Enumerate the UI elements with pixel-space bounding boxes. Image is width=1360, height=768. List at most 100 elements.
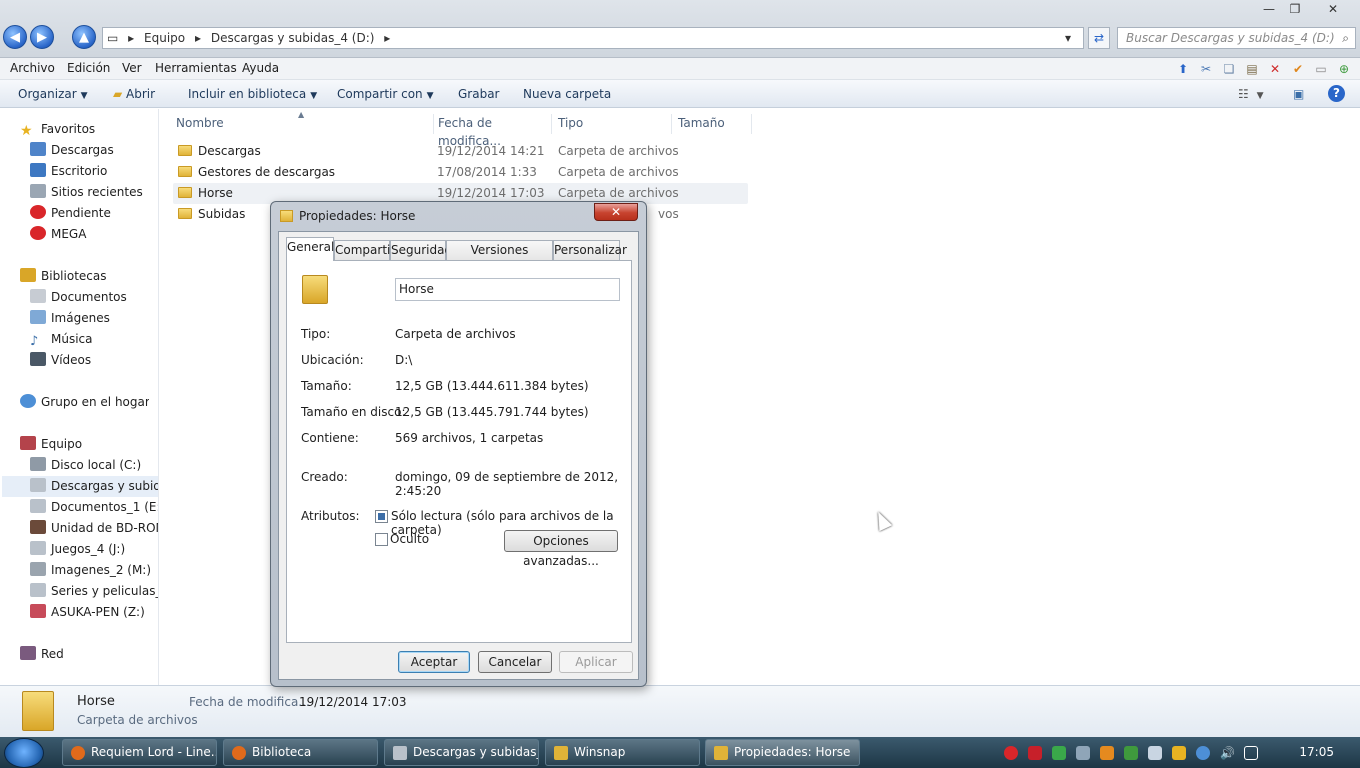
breadcrumb-equipo[interactable]: Equipo xyxy=(144,31,185,45)
sidebar-computer[interactable]: Equipo xyxy=(20,434,149,455)
sidebar-item-drive-m[interactable]: Imagenes_2 (M:) xyxy=(30,560,158,581)
app-tray-icon[interactable] xyxy=(1172,746,1186,760)
sidebar-item-imagenes[interactable]: Imágenes xyxy=(30,308,158,329)
sidebar-homegroup[interactable]: Grupo en el hogar xyxy=(20,392,149,413)
tab-seguridad[interactable]: Seguridad xyxy=(390,240,452,260)
address-bar[interactable]: ▭ ▸ Equipo ▸ Descargas y subidas_4 (D:) … xyxy=(102,27,1084,49)
menu-ver[interactable]: Ver xyxy=(122,61,142,75)
sidebar-item-drive-j[interactable]: Juegos_4 (J:) xyxy=(30,539,158,560)
breadcrumb-drive[interactable]: Descargas y subidas_4 (D:) xyxy=(211,31,375,45)
sidebar-item-drive-e[interactable]: Documentos_1 (E:) xyxy=(30,497,158,518)
restore-button[interactable]: ❐ xyxy=(1282,1,1308,18)
checkmark-icon[interactable]: ✔ xyxy=(1290,61,1306,77)
organize-button[interactable]: Organizar ▼ xyxy=(18,87,88,101)
sidebar-item-mega[interactable]: MEGA xyxy=(30,224,158,245)
preview-pane-icon[interactable]: ▣ xyxy=(1293,87,1304,101)
ok-button[interactable]: Aceptar xyxy=(398,651,470,673)
copy-icon[interactable]: ❏ xyxy=(1221,61,1237,77)
new-folder-button[interactable]: Nueva carpeta xyxy=(523,87,611,101)
volume-icon[interactable]: 🔊 xyxy=(1220,746,1235,760)
taskbar-label: Requiem Lord - Line... xyxy=(91,745,217,759)
app-tray-icon[interactable] xyxy=(1100,746,1114,760)
share-button[interactable]: Compartir con ▼ xyxy=(337,87,434,101)
mega-tray-icon[interactable] xyxy=(1004,746,1018,760)
close-button[interactable]: ✕ xyxy=(1320,1,1346,18)
tab-personalizar[interactable]: Personalizar xyxy=(553,240,627,260)
bluetooth-icon[interactable] xyxy=(1196,746,1210,760)
videos-icon xyxy=(30,352,46,366)
file-row[interactable]: Descargas 19/12/2014 14:21 Carpeta de ar… xyxy=(173,141,748,162)
delete-icon[interactable]: ✕ xyxy=(1267,61,1283,77)
sidebar-item-documentos[interactable]: Documentos xyxy=(30,287,158,308)
app-tray-icon[interactable] xyxy=(1052,746,1066,760)
sidebar-libraries[interactable]: Bibliotecas xyxy=(20,266,149,287)
column-header-tamano[interactable]: Tamaño xyxy=(672,114,752,134)
taskbar-item-descargas[interactable]: Descargas y subidas_... xyxy=(384,739,539,766)
tab-compartir[interactable]: Compartir xyxy=(334,240,395,260)
cut-icon[interactable]: ✂ xyxy=(1198,61,1214,77)
view-icon[interactable]: ☷ ▼ xyxy=(1238,87,1264,101)
column-header-tipo[interactable]: Tipo xyxy=(552,114,672,134)
cancel-button[interactable]: Cancelar xyxy=(478,651,552,673)
sidebar-item-pendiente[interactable]: Pendiente xyxy=(30,203,158,224)
taskbar-item-requiem[interactable]: Requiem Lord - Line... xyxy=(62,739,217,766)
burn-button[interactable]: Grabar xyxy=(458,87,500,101)
forward-icon[interactable]: ▶ xyxy=(30,25,54,49)
minimize-button[interactable]: — xyxy=(1256,1,1282,18)
app-tray-icon[interactable] xyxy=(1124,746,1138,760)
menu-edicion[interactable]: Edición xyxy=(67,61,110,75)
readonly-checkbox[interactable] xyxy=(375,510,388,523)
refresh-button[interactable]: ⇄ xyxy=(1088,27,1110,49)
globe-icon[interactable]: ⊕ xyxy=(1336,61,1352,77)
search-input[interactable]: Buscar Descargas y subidas_4 (D:) ⌕ xyxy=(1117,27,1356,49)
column-header-fecha[interactable]: Fecha de modifica... xyxy=(432,114,552,148)
chevron-down-icon[interactable]: ▾ xyxy=(1065,28,1071,48)
prop-value-contiene: 569 archivos, 1 carpetas xyxy=(395,431,544,445)
navigation-pane: ★ Favoritos Descargas Escritorio Sitios r… xyxy=(0,109,159,685)
tab-versiones[interactable]: Versiones anteriores xyxy=(446,240,553,275)
search-icon[interactable]: ⌕ xyxy=(1342,28,1349,48)
dialog-close-button[interactable]: ✕ xyxy=(594,203,638,221)
properties-icon[interactable]: ▭ xyxy=(1313,61,1329,77)
menu-herramientas[interactable]: Herramientas xyxy=(155,61,237,75)
sidebar-item-recientes[interactable]: Sitios recientes xyxy=(30,182,158,203)
open-button[interactable]: ▰ Abrir xyxy=(113,87,155,101)
app-tray-icon[interactable] xyxy=(1028,746,1042,760)
sidebar-favorites[interactable]: ★ Favoritos xyxy=(20,119,149,140)
app-tray-icon[interactable] xyxy=(1148,746,1162,760)
sidebar-item-bdrom[interactable]: Unidad de BD-ROM xyxy=(30,518,158,539)
sidebar-item-musica[interactable]: ♪ Música xyxy=(30,329,158,350)
menu-archivo[interactable]: Archivo xyxy=(10,61,55,75)
include-library-button[interactable]: Incluir en biblioteca ▼ xyxy=(188,87,317,101)
paste-icon[interactable]: ▤ xyxy=(1244,61,1260,77)
taskbar-item-biblioteca[interactable]: Biblioteca xyxy=(223,739,378,766)
tab-general[interactable]: General xyxy=(286,237,334,261)
app-tray-icon[interactable] xyxy=(1076,746,1090,760)
sidebar-item-drive-c[interactable]: Disco local (C:) xyxy=(30,455,158,476)
up-folder-icon[interactable]: ⬆ xyxy=(1175,61,1191,77)
taskbar-item-propiedades[interactable]: Propiedades: Horse xyxy=(705,739,860,766)
advanced-options-button[interactable]: Opciones avanzadas... xyxy=(504,530,618,568)
sidebar-item-escritorio[interactable]: Escritorio xyxy=(30,161,158,182)
apply-button[interactable]: Aplicar xyxy=(559,651,633,673)
taskbar-item-winsnap[interactable]: Winsnap xyxy=(545,739,700,766)
windows-start-icon[interactable] xyxy=(4,738,44,768)
file-row[interactable]: Gestores de descargas 17/08/2014 1:33 Ca… xyxy=(173,162,748,183)
help-icon[interactable]: ? xyxy=(1328,85,1345,102)
sidebar-item-series[interactable]: Series y peliculas_2 ( xyxy=(30,581,158,602)
network-tray-icon[interactable] xyxy=(1244,746,1258,760)
chevron-right-icon[interactable]: ▸ xyxy=(384,31,390,45)
sidebar-item-asuka[interactable]: ASUKA-PEN (Z:) xyxy=(30,602,158,623)
menu-ayuda[interactable]: Ayuda xyxy=(242,61,279,75)
back-icon[interactable]: ◀ xyxy=(3,25,27,49)
column-header-nombre[interactable]: Nombre ▲ xyxy=(170,110,434,134)
hidden-checkbox[interactable] xyxy=(375,533,388,546)
chevron-right-icon[interactable]: ▸ xyxy=(128,31,134,45)
sidebar-item-videos[interactable]: Vídeos xyxy=(30,350,158,371)
up-icon[interactable]: ▲ xyxy=(72,25,96,49)
sidebar-item-descargas[interactable]: Descargas xyxy=(30,140,158,161)
sidebar-network[interactable]: Red xyxy=(20,644,149,665)
sidebar-item-drive-d[interactable]: Descargas y subidas xyxy=(2,476,158,497)
folder-name-input[interactable]: Horse xyxy=(395,278,620,301)
chevron-right-icon[interactable]: ▸ xyxy=(195,31,201,45)
